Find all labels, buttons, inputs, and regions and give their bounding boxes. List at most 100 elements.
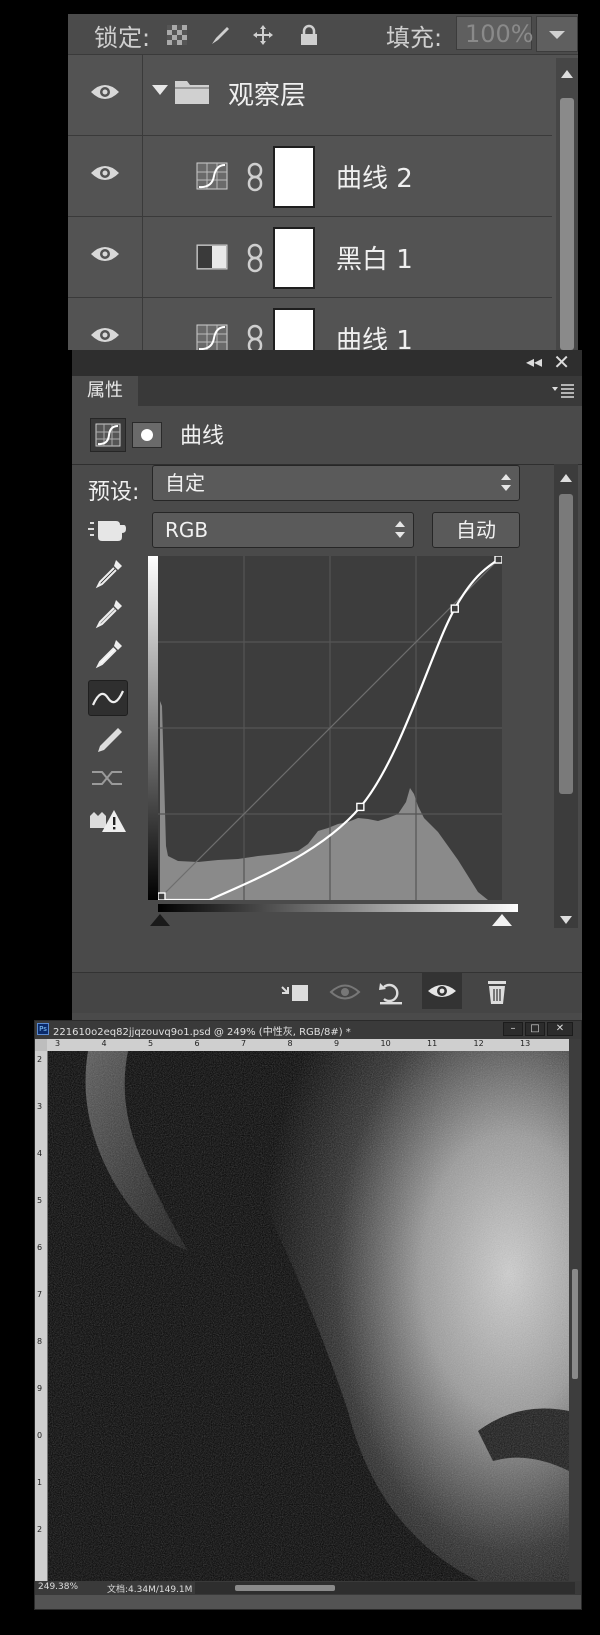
scroll-up-arrow-icon[interactable] <box>561 70 573 78</box>
vertical-ruler[interactable]: 2 3 4 5 6 7 8 9 0 1 2 <box>35 1051 48 1581</box>
properties-title: 曲线 <box>180 424 225 449</box>
auto-button[interactable]: 自动 <box>432 512 520 548</box>
preset-select[interactable]: 自定 <box>152 465 520 501</box>
sample-black-point-icon[interactable] <box>88 556 128 592</box>
group-name: 观察层 <box>228 81 307 111</box>
document-vertical-scrollbar[interactable] <box>569 1039 581 1581</box>
sample-white-point-icon[interactable] <box>88 636 128 672</box>
zoom-level[interactable]: 249.38% <box>38 1582 78 1592</box>
select-updown-icon <box>395 521 405 539</box>
collapse-panel-icon[interactable]: ◂◂ <box>526 352 542 371</box>
layer-mask-icon[interactable] <box>132 422 162 448</box>
white-point-slider[interactable] <box>492 914 512 926</box>
layer-name: 曲线 1 <box>336 326 413 350</box>
clipping-warning-icon[interactable] <box>88 802 128 838</box>
visibility-toggle[interactable] <box>68 217 143 297</box>
close-panel-icon[interactable]: ✕ <box>553 350 570 374</box>
fill-input[interactable]: 100% <box>456 16 534 50</box>
channel-select[interactable]: RGB <box>152 512 414 548</box>
pencil-draw-icon[interactable] <box>88 722 128 758</box>
panel-titlebar: ◂◂ ✕ <box>72 350 582 376</box>
curve-edit-points-tool[interactable] <box>88 680 128 716</box>
select-updown-icon <box>501 474 511 492</box>
scroll-down-arrow-icon[interactable] <box>560 916 572 924</box>
ruler-tick-label: 3 <box>55 1039 61 1048</box>
layer-name: 曲线 2 <box>336 164 413 194</box>
layer-mask-thumbnail[interactable] <box>273 308 315 350</box>
curve-control-point[interactable] <box>356 802 365 812</box>
layer-mask-thumbnail[interactable] <box>273 146 315 208</box>
visibility-toggle[interactable] <box>68 136 143 216</box>
curve-plot[interactable] <box>158 556 502 900</box>
curves-graph[interactable] <box>148 556 532 926</box>
scroll-thumb[interactable] <box>559 494 573 794</box>
properties-footer <box>72 972 582 1013</box>
smooth-curve-icon[interactable] <box>88 760 128 796</box>
scroll-thumb[interactable] <box>560 98 574 350</box>
image-canvas[interactable] <box>48 1051 569 1581</box>
delete-icon[interactable] <box>480 977 514 1007</box>
document-horizontal-scrollbar[interactable] <box>195 1582 575 1594</box>
sample-gray-point-icon[interactable] <box>88 596 128 632</box>
ruler-tick-label: 10 <box>380 1039 391 1048</box>
on-image-adjust-hand-icon[interactable] <box>88 515 128 545</box>
ruler-tick-label: 13 <box>520 1039 531 1048</box>
ruler-tick-label: 6 <box>37 1243 43 1252</box>
chain-link-icon[interactable] <box>246 162 264 192</box>
document-title: 221610o2eq82jjqzouvq9o1.psd @ 249% (中性灰,… <box>53 1027 351 1038</box>
ruler-tick-label: 6 <box>194 1039 200 1048</box>
lock-position-icon[interactable] <box>252 24 274 46</box>
lock-transparent-pixels-icon[interactable] <box>166 24 188 46</box>
visibility-toggle[interactable] <box>68 55 143 135</box>
maximize-icon[interactable]: □ <box>525 1022 545 1036</box>
panel-menu-icon[interactable] <box>552 384 574 398</box>
curves-adjustment-icon <box>196 324 228 350</box>
black-point-slider[interactable] <box>150 914 170 926</box>
ruler-tick-label: 2 <box>37 1055 43 1064</box>
eye-icon <box>91 328 119 342</box>
curves-adjustment-icon[interactable] <box>90 418 126 452</box>
ruler-tick-label: 11 <box>427 1039 438 1048</box>
scroll-thumb[interactable] <box>572 1269 578 1379</box>
visibility-toggle[interactable] <box>68 298 143 350</box>
fill-dropdown-button[interactable] <box>536 16 578 52</box>
lock-row: 锁定: 填充: 100% <box>68 14 578 55</box>
view-previous-state-icon[interactable] <box>328 977 362 1007</box>
document-window: Ps 221610o2eq82jjqzouvq9o1.psd @ 249% (中… <box>34 1020 582 1610</box>
ruler-tick-label: 7 <box>241 1039 247 1048</box>
chain-link-icon[interactable] <box>246 243 264 273</box>
lock-all-icon[interactable] <box>298 24 320 46</box>
layer-group-row[interactable]: 观察层 <box>68 55 552 136</box>
ruler-tick-label: 12 <box>473 1039 484 1048</box>
close-icon[interactable]: ✕ <box>547 1022 573 1036</box>
curve-control-point[interactable] <box>494 556 502 564</box>
layer-row-curves-1[interactable]: 曲线 1 <box>68 298 552 350</box>
layer-row-curves-2[interactable]: 曲线 2 <box>68 136 552 217</box>
group-expand-arrow-icon[interactable] <box>152 85 168 95</box>
minimize-icon[interactable]: – <box>503 1022 523 1036</box>
reset-icon[interactable] <box>374 977 408 1007</box>
preset-value: 自定 <box>165 471 205 495</box>
scroll-thumb[interactable] <box>235 1585 335 1591</box>
chain-link-icon[interactable] <box>246 324 264 350</box>
curves-adjustment-icon <box>196 162 228 190</box>
lock-image-pixels-icon[interactable] <box>208 24 230 46</box>
ruler-tick-label: 8 <box>37 1337 43 1346</box>
clip-to-layer-icon[interactable] <box>278 977 312 1007</box>
layer-row-black-white-1[interactable]: 黑白 1 <box>68 217 552 298</box>
ruler-origin[interactable] <box>35 1039 47 1051</box>
document-size-info: 文档:4.34M/149.1M <box>107 1585 193 1595</box>
tab-properties[interactable]: 属性 <box>72 376 138 406</box>
properties-scrollbar[interactable] <box>554 464 578 928</box>
curve-control-point[interactable] <box>450 604 459 613</box>
ruler-tick-label: 9 <box>37 1384 43 1393</box>
layer-mask-thumbnail[interactable] <box>273 227 315 289</box>
input-gradient-bar <box>158 904 518 912</box>
layers-scrollbar[interactable] <box>556 58 578 350</box>
photoshop-logo-icon: Ps <box>37 1023 49 1035</box>
lock-label: 锁定: <box>94 24 151 52</box>
eye-icon <box>428 985 456 997</box>
toggle-visibility-button[interactable] <box>422 973 462 1009</box>
curve-control-point[interactable] <box>158 892 166 900</box>
scroll-up-arrow-icon[interactable] <box>560 474 572 482</box>
